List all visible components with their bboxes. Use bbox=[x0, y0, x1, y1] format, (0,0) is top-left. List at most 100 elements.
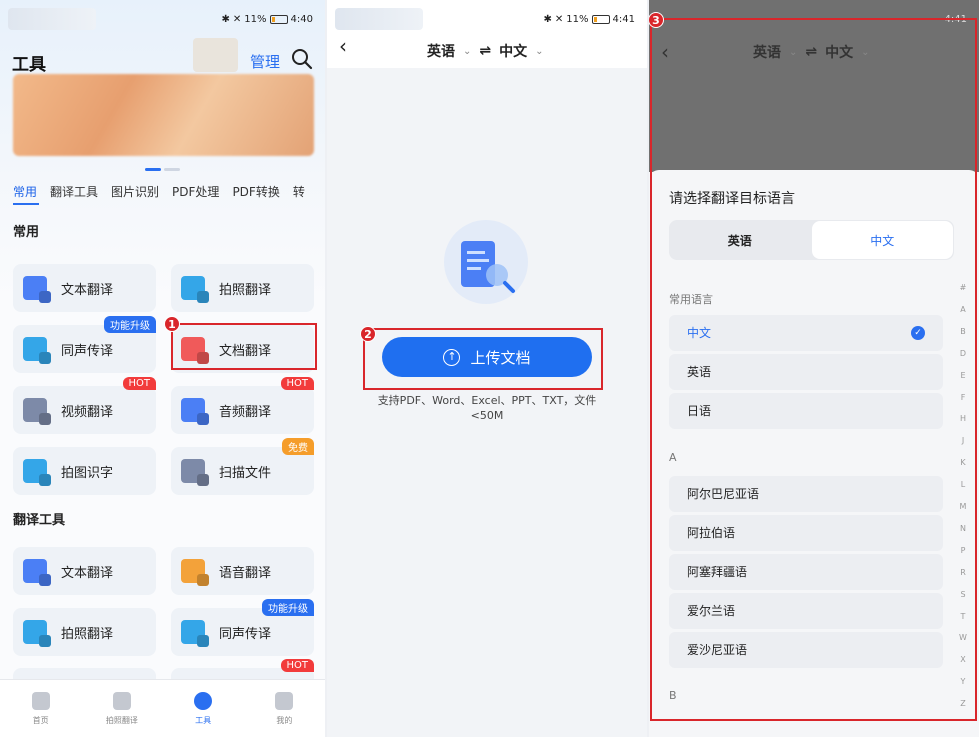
step-marker-2: 2 bbox=[360, 326, 376, 342]
simultaneous-interpret-icon bbox=[23, 337, 47, 361]
scan-file-icon bbox=[181, 459, 205, 483]
card-text-translate[interactable]: 文本翻译 bbox=[13, 264, 156, 312]
header: ✱ ✕ 11% 4:41 ‹ 英语 ⌄ ⇌ 中文 ⌄ bbox=[327, 0, 647, 68]
battery-icon bbox=[591, 15, 610, 24]
card-label: 文本翻译 bbox=[61, 282, 114, 298]
card-image-ocr[interactable]: 拍图识字 bbox=[13, 447, 156, 495]
free-badge: 免费 bbox=[282, 438, 314, 455]
back-icon[interactable]: ‹ bbox=[339, 34, 347, 58]
hot-badge: HOT bbox=[280, 659, 314, 672]
battery-percent: 11% bbox=[244, 14, 267, 25]
card-label: 拍照翻译 bbox=[61, 626, 114, 642]
promo-banner[interactable] bbox=[13, 74, 314, 156]
card-scan-file[interactable]: 免费 扫描文件 bbox=[171, 438, 314, 495]
battery-icon bbox=[269, 15, 288, 24]
bluetooth-icon: ✱ bbox=[221, 14, 230, 25]
card-photo-translate-2[interactable]: 拍照翻译 bbox=[13, 608, 156, 656]
nav-tools[interactable]: 工具 bbox=[163, 680, 244, 737]
active-tab-underline bbox=[13, 203, 39, 205]
nav-label: 首页 bbox=[32, 715, 49, 725]
nav-label: 拍照翻译 bbox=[105, 715, 138, 725]
tab-pdf-process[interactable]: PDF处理 bbox=[172, 183, 219, 200]
photo-translate-icon bbox=[181, 276, 205, 300]
clock: 4:40 bbox=[290, 14, 313, 25]
photo-translate-icon bbox=[23, 620, 47, 644]
card-label: 视频翻译 bbox=[61, 404, 114, 420]
upgrade-badge: 功能升级 bbox=[104, 316, 156, 333]
bottom-navigation: 首页 拍照翻译 工具 我的 bbox=[0, 679, 325, 737]
simultaneous-interpret-icon bbox=[181, 620, 205, 644]
card-label: 语音翻译 bbox=[219, 565, 272, 581]
status-right: ✱ ✕ 11% 4:41 bbox=[544, 14, 635, 25]
tab-common[interactable]: 常用 bbox=[13, 183, 37, 200]
nav-label: 工具 bbox=[195, 715, 212, 725]
audio-translate-icon bbox=[181, 398, 205, 422]
status-right: ✱ ✕ 11% 4:40 bbox=[222, 14, 313, 25]
manage-button[interactable]: 管理 bbox=[250, 51, 280, 72]
card-text-translate-2[interactable]: 文本翻译 bbox=[13, 547, 156, 595]
chevron-down-icon: ⌄ bbox=[463, 45, 472, 57]
hot-badge: HOT bbox=[280, 377, 314, 390]
text-translate-icon bbox=[23, 559, 47, 583]
target-language[interactable]: 中文 bbox=[499, 41, 527, 61]
video-translate-icon bbox=[23, 398, 47, 422]
battery-percent: 11% bbox=[566, 14, 589, 25]
card-label: 音频翻译 bbox=[219, 404, 272, 420]
category-tabs: 常用 翻译工具 图片识别 PDF处理 PDF转换 转 bbox=[13, 183, 325, 200]
tab-more[interactable]: 转 bbox=[293, 183, 305, 200]
tools-icon bbox=[194, 691, 213, 710]
card-label: 扫描文件 bbox=[219, 465, 272, 481]
image-ocr-icon bbox=[23, 459, 47, 483]
tab-translate-tools[interactable]: 翻译工具 bbox=[50, 183, 98, 200]
card-label: 文本翻译 bbox=[61, 565, 114, 581]
card-label: 拍照翻译 bbox=[219, 282, 272, 298]
nav-photo-translate[interactable]: 拍照翻译 bbox=[81, 680, 162, 737]
card-video-translate[interactable]: HOT 视频翻译 bbox=[13, 377, 156, 434]
card-label: 同声传译 bbox=[61, 343, 114, 359]
section-common-title: 常用 bbox=[13, 225, 40, 240]
nav-home[interactable]: 首页 bbox=[0, 680, 81, 737]
nav-label: 我的 bbox=[276, 715, 293, 725]
tab-pdf-convert[interactable]: PDF转换 bbox=[232, 183, 279, 200]
user-icon bbox=[275, 691, 294, 710]
card-label: 拍图识字 bbox=[61, 465, 114, 481]
tab-image-recognition[interactable]: 图片识别 bbox=[111, 183, 159, 200]
upload-hint: 支持PDF、Word、Excel、PPT、TXT，文件<50M bbox=[377, 394, 597, 422]
highlight-box-3 bbox=[650, 18, 977, 721]
hot-badge: HOT bbox=[122, 377, 156, 390]
document-illustration-icon bbox=[444, 220, 528, 304]
card-photo-translate[interactable]: 拍照翻译 bbox=[171, 264, 314, 312]
highlight-box-1 bbox=[171, 323, 317, 370]
search-icon[interactable] bbox=[291, 48, 313, 70]
pager-dot-active bbox=[145, 168, 161, 171]
tools-screen: ✱ ✕ 11% 4:40 工具 管理 常用 翻译工具 图片识别 PDF处理 PD… bbox=[0, 0, 325, 737]
highlight-box-2 bbox=[363, 328, 603, 390]
section-translate-title: 翻译工具 bbox=[13, 513, 66, 528]
banner-pager bbox=[145, 168, 183, 172]
avatar[interactable] bbox=[193, 38, 238, 72]
language-switcher: 英语 ⌄ ⇌ 中文 ⌄ bbox=[427, 41, 544, 61]
card-simultaneous-interpret[interactable]: 功能升级 同声传译 bbox=[13, 316, 156, 373]
card-simultaneous-interpret-2[interactable]: 功能升级 同声传译 bbox=[171, 599, 314, 656]
document-translate-screen: ✱ ✕ 11% 4:41 ‹ 英语 ⌄ ⇌ 中文 ⌄ ↑ 上传文档 支持PDF、… bbox=[327, 0, 647, 737]
source-language[interactable]: 英语 bbox=[427, 41, 455, 61]
blurred-status-area bbox=[8, 8, 96, 30]
home-icon bbox=[31, 691, 50, 710]
swap-icon[interactable]: ⇌ bbox=[479, 43, 491, 59]
card-voice-translate[interactable]: 语音翻译 bbox=[171, 547, 314, 595]
text-translate-icon bbox=[23, 276, 47, 300]
pager-dot bbox=[164, 168, 180, 171]
upgrade-badge: 功能升级 bbox=[262, 599, 314, 616]
mute-icon: ✕ bbox=[232, 14, 242, 25]
step-marker-1: 1 bbox=[164, 316, 180, 332]
card-audio-translate[interactable]: HOT 音频翻译 bbox=[171, 377, 314, 434]
nav-profile[interactable]: 我的 bbox=[244, 680, 325, 737]
language-picker-screen: 4:41 ‹ 英语 ⌄ ⇌ 中文 ⌄ 请选择翻译目标语言 英语 中文 常用语言 … bbox=[649, 0, 979, 737]
clock: 4:41 bbox=[612, 14, 635, 25]
mute-icon: ✕ bbox=[554, 14, 564, 25]
chevron-down-icon: ⌄ bbox=[535, 45, 544, 57]
card-label: 同声传译 bbox=[219, 626, 272, 642]
status-bar: ✱ ✕ 11% 4:41 bbox=[327, 0, 647, 40]
bluetooth-icon: ✱ bbox=[543, 14, 552, 25]
page-title: 工具 bbox=[12, 55, 46, 75]
